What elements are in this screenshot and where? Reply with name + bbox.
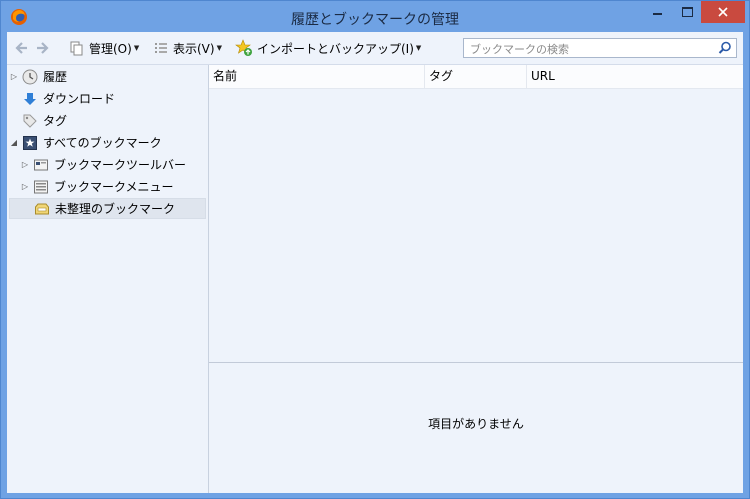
bookmarks-panel: 名前 タグ URL 項目がありません <box>209 65 743 493</box>
tag-icon <box>21 112 39 130</box>
back-button[interactable] <box>13 32 29 64</box>
library-window: 履歴とブックマークの管理 管理(O) ▼ 表示(V) ▼ インポートとバックアッ… <box>0 0 750 499</box>
title-bar[interactable]: 履歴とブックマークの管理 <box>1 1 749 32</box>
sidebar-item-label: 未整理のブックマーク <box>55 202 176 216</box>
sidebar-item-label: ブックマークツールバー <box>54 158 187 172</box>
expand-arrow-icon[interactable]: ▷ <box>20 160 30 169</box>
chevron-down-icon: ▼ <box>133 44 140 52</box>
menu-folder-icon <box>32 178 50 196</box>
column-header-url[interactable]: URL <box>527 65 743 88</box>
forward-arrow-icon <box>37 42 49 54</box>
download-arrow-icon <box>21 90 39 108</box>
organize-icon <box>70 41 83 56</box>
sidebar-item-bookmarks-menu[interactable]: ▷ ブックマークメニュー <box>20 176 206 197</box>
list-view-icon <box>155 43 167 53</box>
organize-menu-button[interactable]: 管理(O) ▼ <box>69 32 139 64</box>
unsorted-folder-icon <box>33 200 51 218</box>
sidebar-item-label: ブックマークメニュー <box>54 180 174 194</box>
minimize-icon <box>652 13 662 15</box>
expand-arrow-icon[interactable]: ▷ <box>20 182 30 191</box>
organize-label: 管理(O) <box>89 41 132 56</box>
bookmarks-icon <box>21 134 39 152</box>
import-backup-menu-button[interactable]: インポートとバックアップ(I) ▼ <box>235 32 421 64</box>
views-label: 表示(V) <box>173 41 215 56</box>
sidebar-item-all-bookmarks[interactable]: ◢ すべてのブックマーク <box>9 132 206 153</box>
column-header-tags[interactable]: タグ <box>425 65 527 88</box>
clock-icon <box>21 68 39 86</box>
column-header-name[interactable]: 名前 <box>209 65 425 88</box>
places-sidebar: ▷ 履歴 ▷ ダウンロード ▷ <box>7 65 209 493</box>
close-button[interactable] <box>701 1 745 23</box>
content-area: ▷ 履歴 ▷ ダウンロード ▷ <box>7 65 743 493</box>
import-label: インポートとバックアップ(I) <box>257 41 414 56</box>
sidebar-item-unsorted-bookmarks[interactable]: ▷ 未整理のブックマーク <box>9 198 206 219</box>
empty-message: 項目がありません <box>428 417 524 431</box>
forward-button[interactable] <box>35 32 51 64</box>
minimize-button[interactable] <box>641 1 673 23</box>
toolbar-folder-icon <box>32 156 50 174</box>
collapse-arrow-icon[interactable]: ◢ <box>9 138 19 147</box>
window-title: 履歴とブックマークの管理 <box>291 12 459 28</box>
maximize-icon <box>681 7 693 17</box>
sidebar-item-tags[interactable]: ▷ タグ <box>9 110 206 131</box>
toolbar: 管理(O) ▼ 表示(V) ▼ インポートとバックアップ(I) ▼ <box>7 32 743 65</box>
sidebar-item-label: タグ <box>43 114 68 128</box>
bookmarks-list[interactable] <box>209 89 743 362</box>
column-headers: 名前 タグ URL <box>209 65 743 89</box>
close-icon <box>718 7 728 17</box>
chevron-down-icon: ▼ <box>415 44 422 52</box>
views-menu-button[interactable]: 表示(V) ▼ <box>153 32 222 64</box>
search-input[interactable] <box>468 40 712 58</box>
maximize-button[interactable] <box>671 1 703 23</box>
sidebar-item-history[interactable]: ▷ 履歴 <box>9 66 206 87</box>
sidebar-item-downloads[interactable]: ▷ ダウンロード <box>9 88 206 109</box>
sidebar-item-label: 履歴 <box>43 70 68 84</box>
sidebar-item-label: すべてのブックマーク <box>43 136 162 150</box>
sidebar-item-label: ダウンロード <box>43 92 116 106</box>
detail-pane: 項目がありません <box>209 363 743 493</box>
sidebar-item-bookmarks-toolbar[interactable]: ▷ ブックマークツールバー <box>20 154 206 175</box>
search-field[interactable] <box>463 38 737 58</box>
search-icon[interactable] <box>718 41 732 58</box>
expand-arrow-icon[interactable]: ▷ <box>9 72 19 81</box>
import-star-icon <box>235 39 252 56</box>
back-arrow-icon <box>15 42 27 54</box>
chevron-down-icon: ▼ <box>216 44 222 52</box>
